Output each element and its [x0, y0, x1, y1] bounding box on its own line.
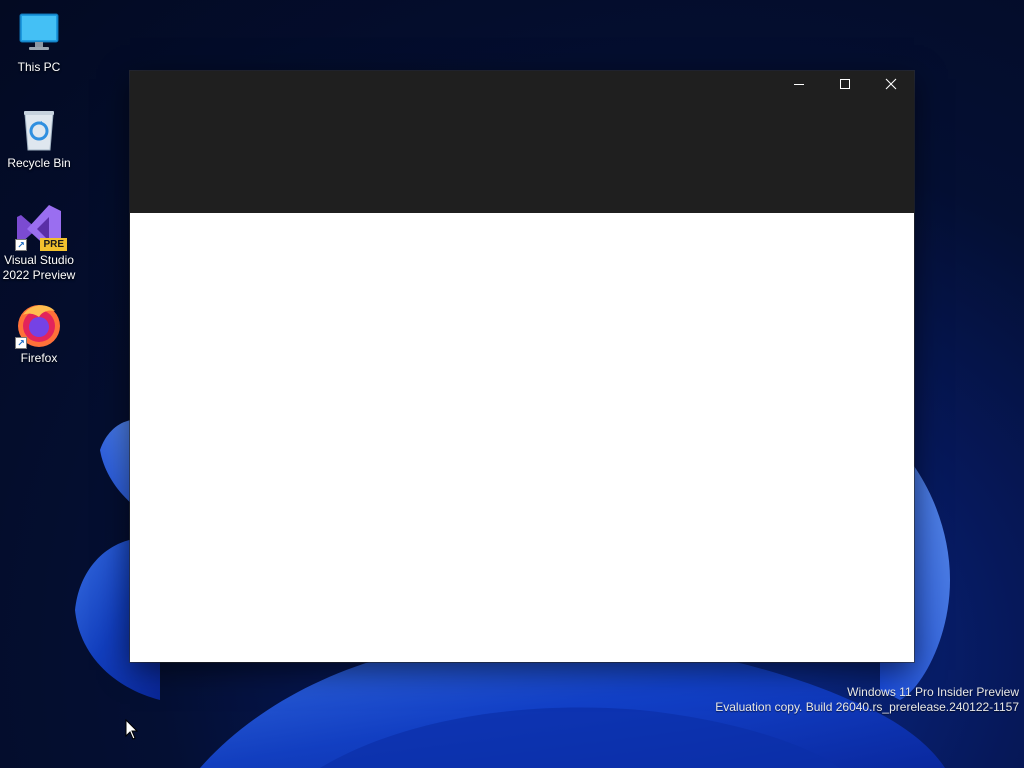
desktop-icon-recycle-bin[interactable]: Recycle Bin	[0, 106, 78, 171]
close-button[interactable]	[868, 71, 914, 101]
maximize-button[interactable]	[822, 71, 868, 101]
close-icon	[885, 77, 897, 95]
desktop-icon-this-pc[interactable]: This PC	[0, 10, 78, 75]
desktop-icon-label: Recycle Bin	[7, 156, 71, 170]
monitor-icon	[15, 10, 63, 58]
desktop-icon-visual-studio[interactable]: PRE ↗ Visual Studio 2022 Preview	[0, 203, 78, 283]
firefox-icon: ↗	[15, 301, 63, 349]
shortcut-arrow-icon: ↗	[15, 337, 27, 349]
desktop-icon-firefox[interactable]: ↗ Firefox	[0, 301, 78, 366]
desktop-icon-label: This PC	[17, 60, 61, 74]
app-window[interactable]	[130, 71, 914, 662]
watermark-edition: Windows 11 Pro Insider Preview	[847, 685, 1019, 699]
minimize-icon	[793, 77, 805, 95]
os-watermark: Windows 11 Pro Insider Preview Evaluatio…	[715, 685, 1019, 715]
window-titlebar[interactable]	[130, 71, 914, 213]
watermark-build: Evaluation copy. Build 26040.rs_prerelea…	[715, 700, 1019, 714]
maximize-icon	[839, 77, 851, 95]
pre-badge: PRE	[40, 238, 67, 251]
minimize-button[interactable]	[776, 71, 822, 101]
caption-buttons	[776, 71, 914, 101]
desktop[interactable]: This PC Recycle Bin PRE ↗ Visual Studio …	[0, 0, 1024, 768]
desktop-icon-label: Visual Studio 2022 Preview	[2, 253, 76, 282]
mouse-cursor-icon	[125, 718, 139, 741]
desktop-icon-label: Firefox	[20, 351, 58, 365]
visual-studio-icon: PRE ↗	[15, 203, 67, 251]
window-client-area[interactable]	[130, 213, 914, 662]
shortcut-arrow-icon: ↗	[15, 239, 27, 251]
recycle-bin-icon	[15, 106, 63, 154]
